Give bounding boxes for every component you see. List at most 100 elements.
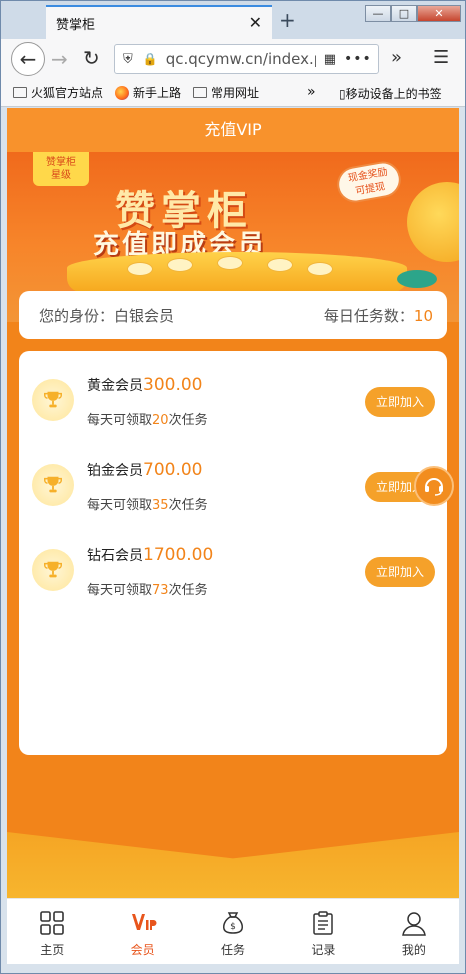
folder-icon xyxy=(13,87,27,98)
menu-icon[interactable]: ☰ xyxy=(433,47,449,68)
forward-button[interactable]: → xyxy=(51,47,68,71)
vip-item-platinum: 铂金会员700.00 每天可领取35次任务 立即加入 xyxy=(19,458,447,518)
bookmark-common-sites[interactable]: 常用网址 xyxy=(193,84,259,101)
bookmarks-overflow-icon[interactable]: » xyxy=(307,84,316,100)
nav-label: 主页 xyxy=(40,943,65,957)
mobile-bookmarks[interactable]: ▯ 移动设备上的书签 xyxy=(339,85,442,102)
headset-icon xyxy=(425,478,443,496)
vip-price: 300.00 xyxy=(143,375,203,395)
nav-label: 任务 xyxy=(221,943,246,957)
close-window-button[interactable]: ✕ xyxy=(417,5,461,22)
nav-records[interactable]: 记录 xyxy=(278,899,368,964)
vip-icon xyxy=(131,914,157,930)
nav-vip[interactable]: 会员 xyxy=(97,899,187,964)
coin-decoration xyxy=(307,262,333,276)
task-count: 20 xyxy=(152,413,169,428)
badge-line2: 星级 xyxy=(51,170,71,181)
vip-description: 每天可领取35次任务 xyxy=(87,494,208,513)
tab-close-icon[interactable]: ✕ xyxy=(249,13,262,32)
desc-suffix: 次任务 xyxy=(168,583,208,598)
nav-profile[interactable]: 我的 xyxy=(369,899,459,964)
insecure-lock-icon[interactable]: 🔒 xyxy=(143,52,158,66)
svg-text:$: $ xyxy=(230,922,236,932)
daily-task-count: 每日任务数：10 xyxy=(324,305,433,326)
gold-ball-decoration xyxy=(407,182,459,262)
new-tab-button[interactable]: + xyxy=(279,8,296,32)
vip-description: 每天可领取20次任务 xyxy=(87,409,208,428)
cash-reward-tag: 现金奖励 可提现 xyxy=(334,158,404,206)
vip-list-card: 黄金会员300.00 每天可领取20次任务 立即加入 铂金会员700.00 每天… xyxy=(19,351,447,755)
task-count: 73 xyxy=(152,583,169,598)
desc-prefix: 每天可领取 xyxy=(87,413,153,428)
vip-name-text: 钻石会员 xyxy=(87,548,143,564)
bookmark-label: 火狐官方站点 xyxy=(31,86,104,100)
vip-name: 黄金会员300.00 xyxy=(87,375,202,395)
task-count-value: 10 xyxy=(413,306,433,325)
join-diamond-button[interactable]: 立即加入 xyxy=(365,557,435,587)
bottom-decoration xyxy=(7,832,459,898)
bookmarks-bar: 火狐官方站点 新手上路 常用网址 » ▯ 移动设备上的书签 xyxy=(1,79,465,107)
vip-description: 每天可领取73次任务 xyxy=(87,579,208,598)
vip-name: 钻石会员1700.00 xyxy=(87,545,213,565)
page-viewport: 充值VIP 赞掌柜 星级 赞掌柜 充值即成会员 现金奖励 可提现 您的身份：白银… xyxy=(7,108,459,964)
nav-label: 会员 xyxy=(130,943,155,957)
vip-item-diamond: 钻石会员1700.00 每天可领取73次任务 立即加入 xyxy=(19,543,447,603)
mobile-bookmarks-label: 移动设备上的书签 xyxy=(345,87,442,101)
bookmark-getting-started[interactable]: 新手上路 xyxy=(115,84,181,101)
tab-title: 赞掌柜 xyxy=(56,17,96,33)
folder-icon xyxy=(193,87,208,98)
mobile-icon: ▯ xyxy=(339,86,346,101)
shield-icon[interactable]: ⛨ xyxy=(123,52,133,67)
vip-price: 1700.00 xyxy=(143,545,214,565)
vip-price: 700.00 xyxy=(143,460,203,480)
address-bar[interactable]: ⛨ 🔒 qc.qcymw.cn/index.php ▦ ••• xyxy=(114,44,379,74)
clipboard-icon xyxy=(313,911,334,935)
member-level: 您的身份：白银会员 xyxy=(39,306,175,325)
navigation-toolbar: ← → ↻ ⛨ 🔒 qc.qcymw.cn/index.php ▦ ••• » … xyxy=(1,39,465,79)
vip-name: 铂金会员700.00 xyxy=(87,460,202,480)
gem-decoration xyxy=(397,270,437,288)
browser-tab[interactable]: 赞掌柜 ✕ xyxy=(46,5,272,39)
brand-badge: 赞掌柜 星级 xyxy=(33,152,89,186)
page-actions-icon[interactable]: ••• xyxy=(344,51,372,67)
money-bag-icon: $ xyxy=(223,912,243,934)
user-icon xyxy=(401,912,426,936)
identity-card: 您的身份：白银会员 每日任务数：10 xyxy=(19,291,447,339)
page-title: 充值VIP xyxy=(7,108,459,152)
coin-decoration xyxy=(127,262,153,276)
coin-decoration xyxy=(217,256,243,270)
nav-tasks[interactable]: $ 任务 xyxy=(188,899,278,964)
customer-service-button[interactable] xyxy=(414,466,454,506)
browser-window: 赞掌柜 ✕ + — □ ✕ ← → ↻ ⛨ 🔒 qc.qcymw.cn/inde… xyxy=(0,0,466,974)
minimize-button[interactable]: — xyxy=(365,5,391,22)
trophy-icon xyxy=(32,379,74,421)
nav-label: 记录 xyxy=(311,943,336,957)
window-controls: — □ ✕ xyxy=(365,5,461,23)
toolbar-overflow-icon[interactable]: » xyxy=(391,47,402,68)
nav-label: 我的 xyxy=(401,943,426,957)
nav-home[interactable]: 主页 xyxy=(7,899,97,964)
badge-line1: 赞掌柜 xyxy=(46,157,76,168)
task-count: 35 xyxy=(152,498,169,513)
reload-button[interactable]: ↻ xyxy=(83,46,100,70)
trophy-icon xyxy=(32,549,74,591)
url-text[interactable]: qc.qcymw.cn/index.php xyxy=(166,50,316,68)
bottom-nav: 主页 会员 $ 任务 记录 我的 xyxy=(7,898,459,964)
coin-decoration xyxy=(167,258,193,272)
vip-name-text: 黄金会员 xyxy=(87,378,143,394)
bookmark-firefox-site[interactable]: 火狐官方站点 xyxy=(13,84,103,101)
desc-suffix: 次任务 xyxy=(168,413,208,428)
maximize-button[interactable]: □ xyxy=(391,5,417,22)
coin-decoration xyxy=(267,258,293,272)
back-button[interactable]: ← xyxy=(11,42,45,76)
join-gold-button[interactable]: 立即加入 xyxy=(365,387,435,417)
qr-code-icon[interactable]: ▦ xyxy=(324,52,336,67)
desc-prefix: 每天可领取 xyxy=(87,498,153,513)
vip-name-text: 铂金会员 xyxy=(87,463,143,479)
grid-icon xyxy=(40,911,65,935)
vip-item-gold: 黄金会员300.00 每天可领取20次任务 立即加入 xyxy=(19,373,447,433)
bookmark-label: 常用网址 xyxy=(211,86,260,100)
bookmark-label: 新手上路 xyxy=(133,86,182,100)
task-count-label: 每日任务数： xyxy=(323,306,414,325)
trophy-icon xyxy=(32,464,74,506)
